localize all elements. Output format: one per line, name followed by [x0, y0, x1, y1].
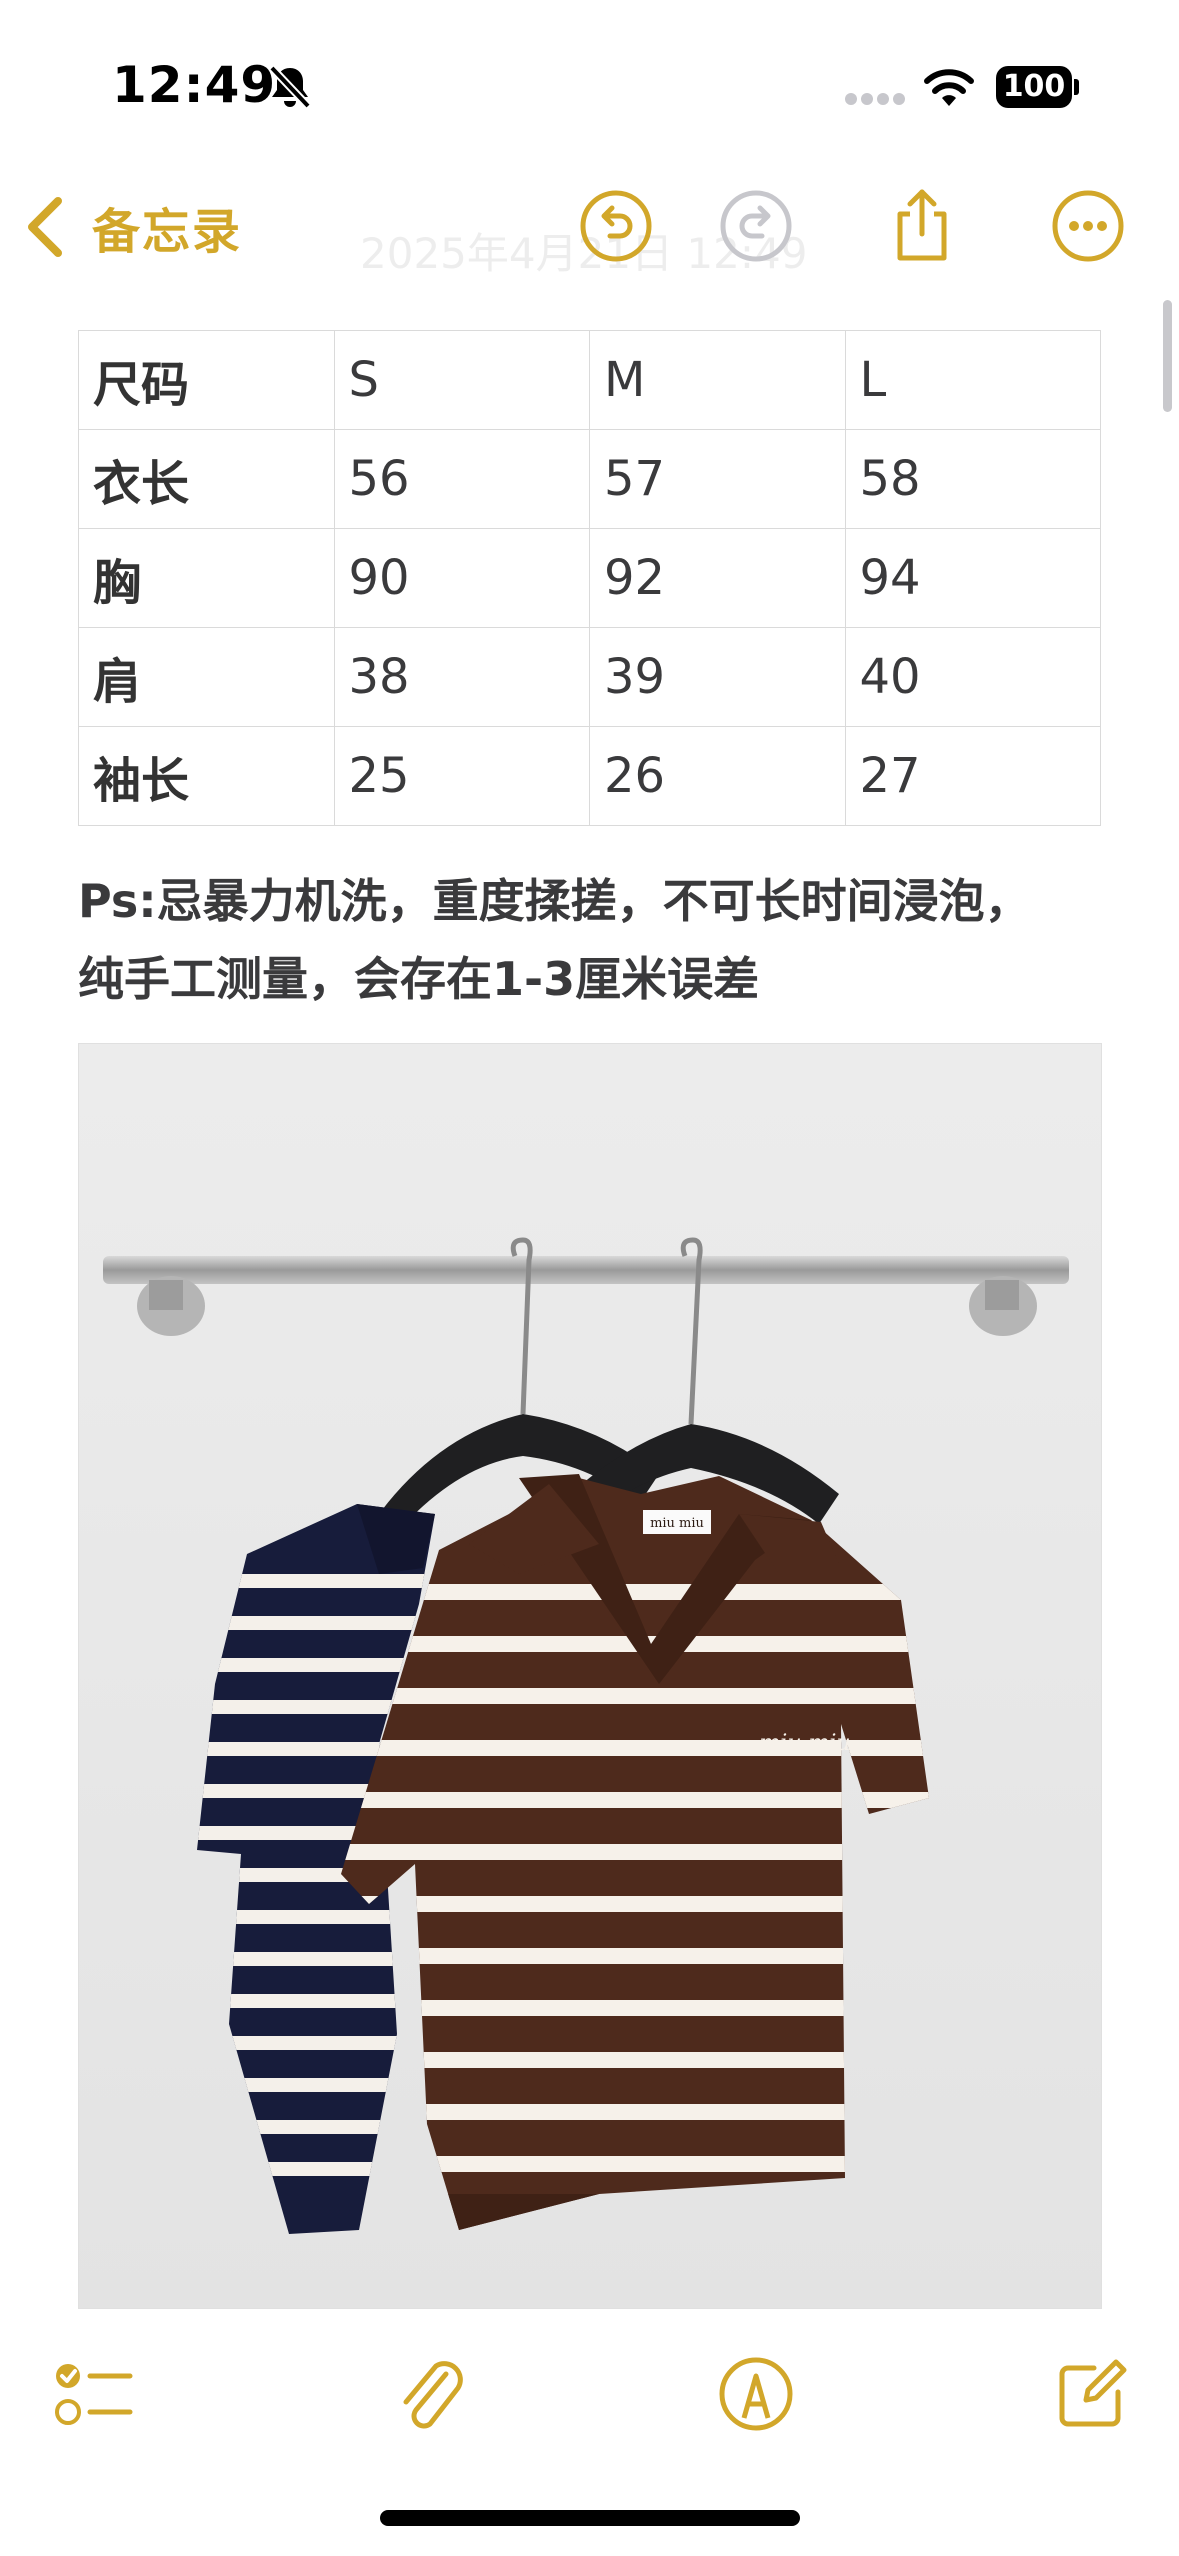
back-button-label: 备忘录 [92, 204, 243, 260]
neck-tag-text: miu miu [650, 1516, 704, 1531]
checklist-button[interactable] [50, 2352, 134, 2436]
note-line-2: 纯手工测量，会存在1-3厘米误差 [78, 952, 760, 1006]
table-cell[interactable]: 肩 [78, 627, 335, 727]
table-row: 肩 38 39 40 [78, 627, 1101, 727]
battery-icon: 100 [996, 66, 1080, 108]
compose-button[interactable] [1050, 2352, 1134, 2436]
table-row: 衣长 56 57 58 [78, 429, 1101, 529]
checklist-icon [55, 2364, 133, 2425]
table-row: 尺码 S M L [78, 330, 1101, 430]
table-cell[interactable]: 58 [844, 429, 1101, 529]
table-cell[interactable]: L [844, 330, 1101, 430]
table-cell[interactable]: 衣长 [78, 429, 335, 529]
chest-logo-text: miu miu [759, 1731, 850, 1756]
table-cell[interactable]: 胸 [78, 528, 335, 628]
note-text[interactable]: Ps:忌暴力机洗，重度揉搓，不可长时间浸泡， 纯手工测量，会存在1-3厘米误差 [78, 862, 1138, 1018]
wifi-icon [924, 69, 974, 106]
markup-button[interactable] [714, 2352, 798, 2436]
redo-icon [720, 190, 792, 262]
table-cell[interactable]: 38 [333, 627, 590, 727]
more-button[interactable] [1048, 186, 1128, 266]
table-cell[interactable]: 56 [333, 429, 590, 529]
battery-level: 100 [996, 66, 1072, 108]
undo-icon [580, 190, 652, 262]
product-photo[interactable]: miu miu miu miu [78, 1043, 1102, 2309]
table-cell[interactable]: 26 [589, 726, 846, 826]
table-cell[interactable]: 90 [333, 528, 590, 628]
table-cell[interactable]: 92 [589, 528, 846, 628]
redo-button[interactable] [716, 186, 796, 266]
table-row: 胸 90 92 94 [78, 528, 1101, 628]
table-cell[interactable]: 袖长 [78, 726, 335, 826]
note-line-1: Ps:忌暴力机洗，重度揉搓，不可长时间浸泡， [78, 874, 1031, 928]
share-icon [897, 189, 947, 261]
table-cell[interactable]: 94 [844, 528, 1101, 628]
table-cell[interactable]: 40 [844, 627, 1101, 727]
attachment-button[interactable] [388, 2352, 472, 2436]
share-button[interactable] [882, 186, 962, 266]
chevron-left-icon [28, 197, 62, 257]
bottom-toolbar [0, 2340, 1179, 2460]
undo-button[interactable] [576, 186, 656, 266]
size-table: 尺码 S M L 衣长 56 57 58 胸 90 92 94 肩 38 39 40 袖长 25 26 27 [78, 330, 1101, 826]
signal-icon [845, 93, 905, 105]
status-time: 12:49 [112, 56, 277, 114]
scroll-indicator[interactable] [1163, 300, 1172, 412]
table-cell[interactable]: 尺码 [78, 330, 335, 430]
table-cell[interactable]: 27 [844, 726, 1101, 826]
bell-slash-icon [269, 65, 311, 109]
table-cell[interactable]: S [333, 330, 590, 430]
back-button[interactable]: 备忘录 [24, 192, 242, 262]
compose-icon [1059, 2359, 1127, 2427]
markup-pen-icon [719, 2357, 793, 2431]
table-row: 袖长 25 26 27 [78, 726, 1101, 826]
more-icon [1052, 190, 1124, 262]
table-cell[interactable]: 57 [589, 429, 846, 529]
home-indicator[interactable] [380, 2510, 800, 2526]
status-bar: 12:49 100 [0, 0, 1179, 170]
table-cell[interactable]: M [589, 330, 846, 430]
table-cell[interactable]: 25 [333, 726, 590, 826]
photo-drawing: miu miu miu miu [79, 1044, 1101, 2308]
paperclip-icon [403, 2361, 463, 2429]
table-cell[interactable]: 39 [589, 627, 846, 727]
